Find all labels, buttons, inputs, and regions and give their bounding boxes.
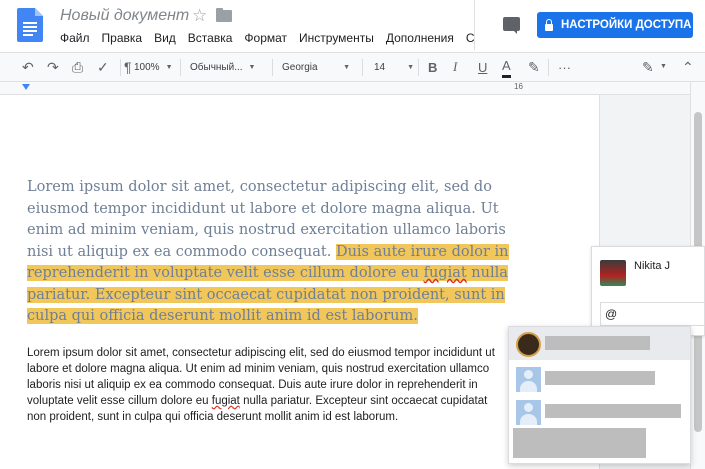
default-avatar-icon: [516, 400, 541, 425]
ruler-label: 16: [514, 82, 523, 91]
font-select[interactable]: Georgia ▼: [282, 53, 350, 81]
chevron-down-icon: ▼: [248, 63, 256, 71]
chevron-down-icon: ▼: [165, 63, 173, 71]
paragraph-serif[interactable]: Lorem ipsum dolor sit amet, consectetur …: [27, 177, 522, 328]
redacted-name: [513, 428, 646, 458]
edit-mode-icon[interactable]: ✎: [642, 53, 654, 81]
font-size-select[interactable]: 14 ▼: [374, 53, 414, 81]
default-avatar-icon: [516, 367, 541, 392]
mention-option[interactable]: [509, 362, 690, 395]
mention-option[interactable]: [509, 395, 690, 428]
chevron-down-icon: ▼: [343, 63, 350, 71]
comment-input[interactable]: @: [600, 302, 705, 326]
menu-edit[interactable]: Правка: [102, 31, 143, 45]
bold-button[interactable]: B: [428, 53, 437, 81]
share-button[interactable]: НАСТРОЙКИ ДОСТУПА: [537, 12, 693, 38]
spelling-error: fugiat: [211, 395, 240, 407]
ruler: 16: [0, 82, 690, 95]
redacted-name: [545, 404, 681, 418]
paint-format-icon[interactable]: ¶: [124, 53, 132, 81]
spelling-error: fugiat: [423, 265, 467, 281]
comment-author: Nikita J: [634, 260, 671, 272]
italic-button[interactable]: I: [453, 53, 457, 81]
star-icon[interactable]: ☆: [192, 6, 207, 26]
redo-icon[interactable]: ↷: [47, 53, 59, 81]
menu-bar: Файл Правка Вид Вставка Формат Инструмен…: [60, 31, 475, 45]
mention-dropdown: [508, 326, 691, 464]
avatar: [600, 260, 626, 286]
indent-marker[interactable]: [22, 84, 30, 90]
lock-icon: [545, 18, 553, 31]
menu-tools[interactable]: Инструменты: [299, 31, 374, 45]
underline-button[interactable]: U: [478, 53, 487, 81]
menu-insert[interactable]: Вставка: [188, 31, 233, 45]
comment-card: Nikita J @: [591, 246, 705, 336]
folder-icon[interactable]: [216, 8, 232, 22]
collapse-icon[interactable]: ⌃: [682, 53, 694, 81]
spellcheck-icon[interactable]: ✓: [97, 53, 109, 81]
chevron-down-icon[interactable]: ▼: [660, 63, 667, 70]
paragraph-sans[interactable]: Lorem ipsum dolor sit amet, consectetur …: [27, 345, 505, 425]
menu-format[interactable]: Формат: [244, 31, 287, 45]
toolbar: ↶ ↷ ⎙ ✓ ¶ 100% ▼ Обычный... ▼ Georgia ▼ 14 ▼…: [0, 52, 705, 82]
header: Новый документ ☆ Файл Правка Вид Вставка…: [0, 0, 705, 50]
menu-view[interactable]: Вид: [154, 31, 176, 45]
text-color-button[interactable]: A: [502, 56, 511, 78]
style-select[interactable]: Обычный... ▼: [190, 53, 255, 81]
undo-icon[interactable]: ↶: [22, 53, 34, 81]
zoom-select[interactable]: 100% ▼: [134, 53, 173, 81]
share-button-label: НАСТРОЙКИ ДОСТУПА: [561, 19, 692, 31]
redacted-name: [545, 336, 650, 350]
chevron-down-icon: ▼: [407, 63, 414, 71]
redacted-name: [545, 371, 655, 385]
avatar: [516, 332, 541, 357]
comments-icon[interactable]: [503, 17, 520, 34]
mention-option[interactable]: [509, 327, 690, 360]
print-icon[interactable]: ⎙: [72, 53, 83, 81]
menu-file[interactable]: Файл: [60, 31, 90, 45]
menu-addons[interactable]: Дополнения: [386, 31, 454, 45]
document-title[interactable]: Новый документ: [60, 7, 189, 25]
more-icon[interactable]: ···: [558, 53, 571, 81]
header-actions: НАСТРОЙКИ ДОСТУПА: [474, 0, 705, 50]
highlight-icon[interactable]: ✎: [528, 53, 540, 81]
docs-logo-icon[interactable]: [17, 8, 43, 42]
mention-option[interactable]: [509, 428, 690, 461]
